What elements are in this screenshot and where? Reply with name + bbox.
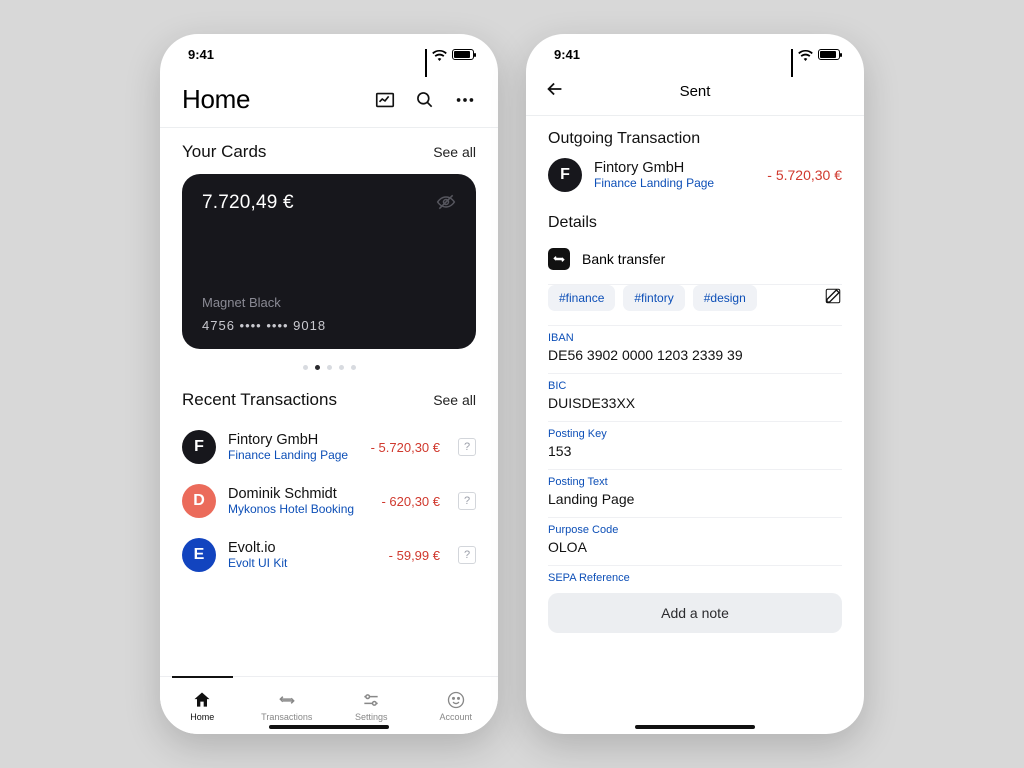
detail-content: Outgoing Transaction F Fintory GmbH Fina… (526, 116, 864, 734)
nav-actions (374, 89, 476, 111)
avatar: F (182, 430, 216, 464)
status-time: 9:41 (188, 47, 214, 62)
tag-chip[interactable]: #design (693, 285, 757, 311)
add-note-button[interactable]: Add a note (548, 593, 842, 633)
transaction-name: Fintory GmbH (594, 160, 755, 176)
transaction-name: Dominik Schmidt (228, 486, 369, 502)
edit-tags-button[interactable] (824, 287, 842, 310)
posting-text-value: Landing Page (548, 491, 842, 507)
battery-icon (818, 49, 840, 60)
transaction-row[interactable]: D Dominik Schmidt Mykonos Hotel Booking … (182, 474, 476, 528)
see-all-cards-link[interactable]: See all (433, 144, 476, 160)
home-icon (192, 690, 212, 710)
transaction-subtitle: Evolt UI Kit (228, 556, 377, 570)
tab-label: Account (439, 712, 472, 722)
wifi-icon (798, 49, 813, 60)
status-bar: 9:41 (160, 34, 498, 68)
tab-account[interactable]: Account (414, 677, 499, 734)
search-icon[interactable] (414, 89, 436, 111)
avatar: D (182, 484, 216, 518)
battery-icon (452, 49, 474, 60)
tab-label: Transactions (261, 712, 312, 722)
posting-text-label: Posting Text (548, 476, 842, 488)
tab-home[interactable]: Home (160, 677, 245, 734)
bank-transfer-icon (548, 248, 570, 270)
info-icon[interactable]: ? (458, 438, 476, 456)
status-icons (791, 49, 840, 60)
tab-label: Settings (355, 712, 388, 722)
cellular-icon (425, 49, 427, 60)
home-indicator[interactable] (269, 725, 389, 729)
transaction-amount: - 59,99 € (389, 548, 440, 563)
info-icon[interactable]: ? (458, 546, 476, 564)
wifi-icon (432, 49, 447, 60)
card-balance: 7.720,49 € (202, 192, 456, 214)
purpose-code-value: OLOA (548, 539, 842, 555)
details-label: Details (526, 208, 864, 242)
transfer-type-row: Bank transfer (526, 242, 864, 284)
status-icons (425, 49, 474, 60)
transaction-amount: - 5.720,30 € (371, 440, 440, 455)
card-number: 4756 •••• •••• 9018 (202, 318, 456, 333)
avatar: F (548, 158, 582, 192)
posting-key-label: Posting Key (548, 428, 842, 440)
transaction-name: Fintory GmbH (228, 432, 359, 448)
transaction-subtitle: Finance Landing Page (228, 448, 359, 462)
transaction-row[interactable]: F Fintory GmbH Finance Landing Page - 5.… (182, 420, 476, 474)
detail-nav: Sent (526, 68, 864, 115)
transactions-icon (277, 690, 297, 710)
status-time: 9:41 (554, 47, 580, 62)
screen-title: Sent (526, 83, 864, 100)
chart-icon[interactable] (374, 89, 396, 111)
transaction-subtitle: Mykonos Hotel Booking (228, 502, 369, 516)
transaction-amount: - 620,30 € (381, 494, 440, 509)
transaction-detail-screen: 9:41 Sent Outgoing Transaction F Fintory… (526, 34, 864, 734)
home-screen: 9:41 Home Your Cards See all (160, 34, 498, 734)
settings-icon (361, 690, 381, 710)
hide-balance-icon[interactable] (436, 192, 456, 217)
tag-chip[interactable]: #finance (548, 285, 615, 311)
iban-value: DE56 3902 0000 1203 2339 39 (548, 347, 842, 363)
transfer-type: Bank transfer (582, 251, 665, 267)
transaction-summary: F Fintory GmbH Finance Landing Page - 5.… (526, 158, 864, 208)
purpose-code-label: Purpose Code (548, 524, 842, 536)
nav-bar: Home (160, 68, 498, 127)
posting-key-value: 153 (548, 443, 842, 459)
info-icon[interactable]: ? (458, 492, 476, 510)
bic-label: BIC (548, 380, 842, 392)
cellular-icon (791, 49, 793, 60)
card-pager[interactable] (160, 359, 498, 376)
edit-icon (824, 287, 842, 305)
sepa-reference-label: SEPA Reference (548, 572, 842, 584)
iban-label: IBAN (548, 332, 842, 344)
outgoing-transaction-label: Outgoing Transaction (526, 116, 864, 158)
recent-transactions-label: Recent Transactions (182, 390, 337, 410)
more-icon[interactable] (454, 89, 476, 111)
account-icon (446, 690, 466, 710)
page-title: Home (182, 84, 250, 115)
your-cards-label: Your Cards (182, 142, 266, 162)
home-content: Your Cards See all 7.720,49 € Magnet Bla… (160, 128, 498, 734)
tab-label: Home (190, 712, 214, 722)
transaction-name: Evolt.io (228, 540, 377, 556)
transaction-row[interactable]: E Evolt.io Evolt UI Kit - 59,99 € ? (182, 528, 476, 582)
see-all-transactions-link[interactable]: See all (433, 392, 476, 408)
bic-value: DUISDE33XX (548, 395, 842, 411)
home-indicator[interactable] (635, 725, 755, 729)
card-name: Magnet Black (202, 295, 456, 310)
avatar: E (182, 538, 216, 572)
transaction-subtitle: Finance Landing Page (594, 176, 755, 190)
card-widget[interactable]: 7.720,49 € Magnet Black 4756 •••• •••• 9… (182, 174, 476, 349)
tag-chip[interactable]: #fintory (623, 285, 684, 311)
transaction-amount: - 5.720,30 € (767, 167, 842, 183)
status-bar: 9:41 (526, 34, 864, 68)
